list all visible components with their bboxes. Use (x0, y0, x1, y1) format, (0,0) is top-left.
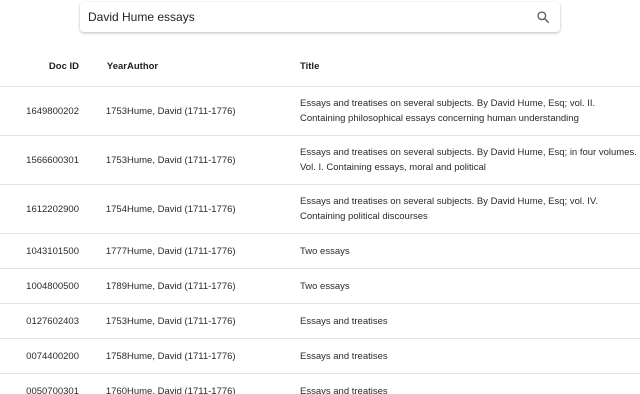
cell-year: 1777 (79, 233, 127, 269)
cell-doc-id: 1612202900 (0, 184, 79, 234)
table-row[interactable]: 1566600301 1753 Hume, David (1711-1776) … (0, 135, 640, 185)
cell-title[interactable]: Essays and treatises on several subjects… (300, 86, 640, 136)
cell-year: 1760 (79, 373, 127, 394)
search-bar (80, 2, 560, 32)
cell-author: Hume, David (1711-1776) (127, 303, 300, 339)
cell-doc-id: 1566600301 (0, 135, 79, 185)
table-row[interactable]: 0074400200 1758 Hume, David (1711-1776) … (0, 338, 640, 374)
search-button[interactable] (532, 6, 554, 28)
cell-author: Hume, David (1711-1776) (127, 268, 300, 304)
cell-year: 1753 (79, 303, 127, 339)
table-row[interactable]: 1043101500 1777 Hume, David (1711-1776) … (0, 233, 640, 269)
table-row[interactable]: 1004800500 1789 Hume, David (1711-1776) … (0, 268, 640, 304)
cell-author: Hume, David (1711-1776) (127, 233, 300, 269)
search-input[interactable] (88, 2, 518, 32)
search-icon (537, 11, 550, 24)
table-row[interactable]: 0050700301 1760 Hume, David (1711-1776) … (0, 373, 640, 394)
cell-year: 1753 (79, 135, 127, 185)
cell-doc-id: 0127602403 (0, 303, 79, 339)
cell-doc-id: 0074400200 (0, 338, 79, 374)
cell-title[interactable]: Essays and treatises on several subjects… (300, 135, 640, 185)
column-header-doc-id[interactable]: Doc ID (0, 46, 79, 87)
cell-author: Hume, David (1711-1776) (127, 86, 300, 136)
cell-author: Hume, David (1711-1776) (127, 373, 300, 394)
cell-doc-id: 1043101500 (0, 233, 79, 269)
column-header-year[interactable]: Year (79, 46, 127, 87)
cell-doc-id: 1649800202 (0, 86, 79, 136)
table-row[interactable]: 1649800202 1753 Hume, David (1711-1776) … (0, 86, 640, 136)
cell-author: Hume, David (1711-1776) (127, 135, 300, 185)
column-header-title[interactable]: Title (300, 46, 640, 87)
cell-title[interactable]: Essays and treatises (300, 373, 640, 394)
cell-year: 1753 (79, 86, 127, 136)
column-header-author[interactable]: Author (127, 46, 300, 87)
cell-year: 1789 (79, 268, 127, 304)
cell-title[interactable]: Two essays (300, 268, 640, 304)
cell-year: 1754 (79, 184, 127, 234)
cell-title[interactable]: Essays and treatises on several subjects… (300, 184, 640, 234)
cell-doc-id: 0050700301 (0, 373, 79, 394)
cell-author: Hume, David (1711-1776) (127, 338, 300, 374)
table-header-row: Doc ID Year Author Title (0, 46, 640, 87)
cell-author: Hume, David (1711-1776) (127, 184, 300, 234)
cell-title[interactable]: Essays and treatises (300, 303, 640, 339)
results-table: Doc ID Year Author Title 1649800202 1753… (0, 46, 640, 394)
cell-title[interactable]: Essays and treatises (300, 338, 640, 374)
cell-title[interactable]: Two essays (300, 233, 640, 269)
search-results-page: Doc ID Year Author Title 1649800202 1753… (0, 0, 640, 394)
cell-doc-id: 1004800500 (0, 268, 79, 304)
cell-year: 1758 (79, 338, 127, 374)
table-row[interactable]: 0127602403 1753 Hume, David (1711-1776) … (0, 303, 640, 339)
table-row[interactable]: 1612202900 1754 Hume, David (1711-1776) … (0, 184, 640, 234)
